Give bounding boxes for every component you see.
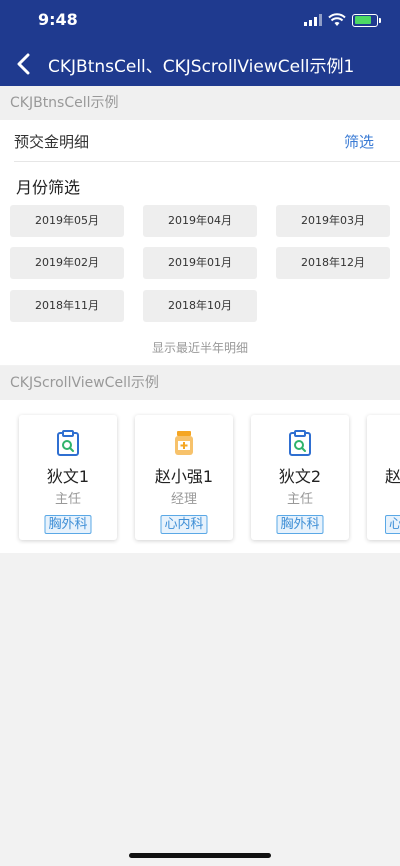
- wifi-icon: [328, 13, 346, 26]
- page-title: CKJBtnsCell、CKJScrollViewCell示例1: [48, 57, 355, 77]
- status-icons: [304, 13, 381, 27]
- filter-button[interactable]: 筛选: [344, 131, 374, 152]
- department-tag: 胸外科: [276, 515, 324, 534]
- doctor-card[interactable]: 赵 心: [367, 415, 400, 540]
- card-name: 狄文1: [46, 467, 90, 486]
- month-button[interactable]: 2019年05月: [10, 205, 124, 237]
- month-button[interactable]: 2019年02月: [10, 247, 124, 279]
- department-tag: 心内科: [160, 515, 208, 534]
- month-button[interactable]: 2019年01月: [143, 247, 257, 279]
- section-header-scroll: CKJScrollViewCell示例: [0, 366, 400, 400]
- month-button[interactable]: 2019年03月: [276, 205, 390, 237]
- month-filter-title: 月份筛选: [16, 178, 81, 197]
- card-name: 赵小强1: [154, 467, 214, 486]
- month-button[interactable]: 2019年04月: [143, 205, 257, 237]
- signal-icon: [304, 14, 322, 26]
- card-name: 赵: [385, 467, 400, 486]
- recent-hint: 显示最近半年明细: [151, 341, 248, 355]
- card-name: 狄文2: [278, 467, 322, 486]
- btns-cell: 预交金明细 筛选 月份筛选 2019年05月 2019年04月 2019年03月…: [0, 120, 400, 365]
- department-tag: 心: [385, 515, 400, 534]
- month-button[interactable]: 2018年12月: [276, 247, 390, 279]
- month-button[interactable]: 2018年10月: [143, 290, 257, 322]
- card-role: 主任: [286, 492, 313, 507]
- home-indicator[interactable]: [129, 853, 271, 858]
- prepaid-detail-row[interactable]: 预交金明细 筛选: [14, 120, 400, 162]
- month-button[interactable]: 2018年11月: [10, 290, 124, 322]
- card-role: 经理: [170, 492, 197, 507]
- card-role: 主任: [54, 492, 81, 507]
- doctor-card[interactable]: 赵小强1 经理 心内科: [135, 415, 233, 540]
- section-header-btns: CKJBtnsCell示例: [0, 86, 400, 120]
- clipboard-search-icon: [289, 430, 311, 456]
- doctor-card[interactable]: 狄文1 主任 胸外科: [19, 415, 117, 540]
- clipboard-search-icon: [57, 430, 79, 456]
- back-button[interactable]: [12, 50, 34, 78]
- scroll-view-cell[interactable]: 狄文1 主任 胸外科 赵小强1 经理 心内科 狄文2 主任 胸外科 赵 心: [0, 400, 400, 553]
- navigation-bar: 9:48 CKJBtnsCell、CKJScrollViewCell示例1: [0, 0, 400, 86]
- medicine-bottle-icon: [175, 431, 193, 455]
- department-tag: 胸外科: [44, 515, 92, 534]
- chevron-left-icon: [17, 53, 30, 75]
- doctor-card[interactable]: 狄文2 主任 胸外科: [251, 415, 349, 540]
- battery-icon: [352, 13, 381, 27]
- status-time: 9:48: [38, 10, 78, 29]
- prepaid-detail-label: 预交金明细: [14, 133, 90, 151]
